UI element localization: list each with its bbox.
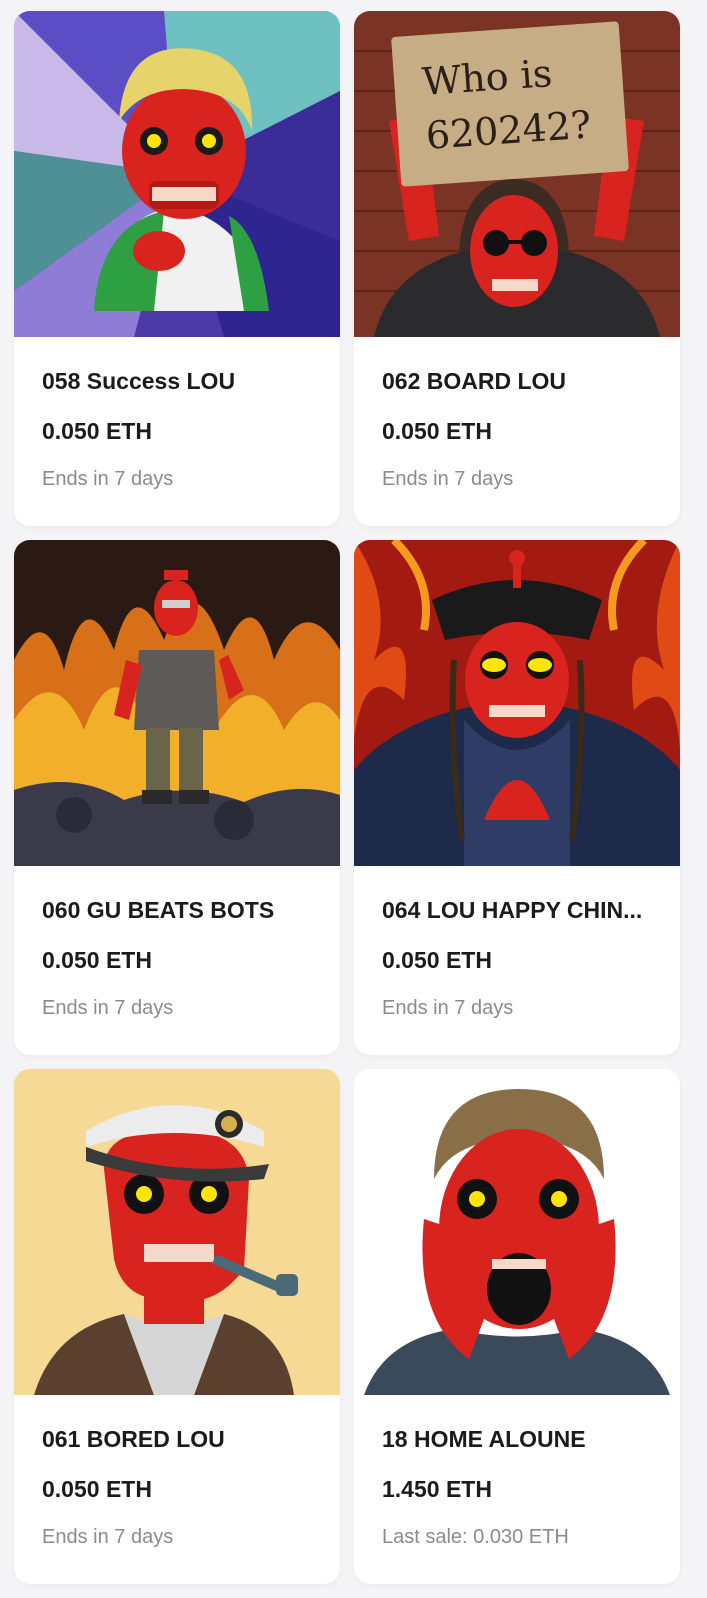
nft-title: 064 LOU HAPPY CHIN... xyxy=(382,897,643,923)
auction-end-time: Ends in 7 days xyxy=(382,997,514,1019)
nft-price: 0.050 ETH xyxy=(42,1476,152,1502)
red-skull-blond-hair-green-jacket-art xyxy=(14,11,340,337)
nft-image-board-lou[interactable]: Who is 620242? xyxy=(354,11,680,337)
nft-title: 060 GU BEATS BOTS xyxy=(42,897,275,923)
nft-price: 0.050 ETH xyxy=(42,418,152,444)
nft-image-gu-beats-bots[interactable] xyxy=(14,540,340,866)
nft-image-bored-lou[interactable] xyxy=(14,1069,340,1395)
last-sale-label: Last sale: xyxy=(382,1526,468,1548)
nft-price: 0.050 ETH xyxy=(382,418,492,444)
nft-image-success-lou[interactable] xyxy=(14,11,340,337)
card-info: 058 Success LOU 0.050 ETH Ends in 7 days xyxy=(14,337,340,526)
red-skull-black-hat-praying-art xyxy=(354,540,680,866)
nft-card[interactable]: 058 Success LOU 0.050 ETH Ends in 7 days xyxy=(14,11,340,526)
auction-end-time: Ends in 7 days xyxy=(382,468,514,490)
nft-image-lou-happy-chin[interactable] xyxy=(354,540,680,866)
red-skull-holding-sign-art: Who is 620242? xyxy=(354,11,680,337)
nft-card[interactable]: 061 BORED LOU 0.050 ETH Ends in 7 days xyxy=(14,1069,340,1584)
auction-end-time: Ends in 7 days xyxy=(42,1526,174,1548)
nft-card[interactable]: 18 HOME ALOUNE 1.450 ETH Last sale: 0.03… xyxy=(354,1069,680,1584)
nft-price: 0.050 ETH xyxy=(42,947,152,973)
card-info: 18 HOME ALOUNE 1.450 ETH Last sale: 0.03… xyxy=(354,1395,680,1584)
auction-end-time: Ends in 7 days xyxy=(42,997,174,1019)
card-info: 061 BORED LOU 0.050 ETH Ends in 7 days xyxy=(14,1395,340,1584)
nft-price: 0.050 ETH xyxy=(382,947,492,973)
nft-card[interactable]: Who is 620242? 062 BOARD LOU 0.050 ETH E… xyxy=(354,11,680,526)
nft-card[interactable]: 064 LOU HAPPY CHIN... 0.050 ETH Ends in … xyxy=(354,540,680,1055)
red-skull-walking-through-fire-art xyxy=(14,540,340,866)
auction-end-time: Ends in 7 days xyxy=(42,468,174,490)
nft-title: 062 BOARD LOU xyxy=(382,368,567,394)
nft-card[interactable]: 060 GU BEATS BOTS 0.050 ETH Ends in 7 da… xyxy=(14,540,340,1055)
red-skull-home-alone-scream-art xyxy=(354,1069,680,1395)
nft-title: 058 Success LOU xyxy=(42,368,236,394)
card-info: 064 LOU HAPPY CHIN... 0.050 ETH Ends in … xyxy=(354,866,680,1055)
nft-price: 1.450 ETH xyxy=(382,1476,492,1502)
card-info: 062 BOARD LOU 0.050 ETH Ends in 7 days xyxy=(354,337,680,526)
red-skull-captain-hat-pipe-art xyxy=(14,1069,340,1395)
sign-text-line1: Who is xyxy=(421,51,554,104)
nft-listing-grid: 058 Success LOU 0.050 ETH Ends in 7 days xyxy=(0,0,707,1598)
last-sale-value: 0.030 ETH xyxy=(473,1526,569,1548)
nft-title: 18 HOME ALOUNE xyxy=(382,1426,586,1452)
nft-title: 061 BORED LOU xyxy=(42,1426,225,1452)
last-sale: Last sale: 0.030 ETH xyxy=(382,1526,569,1549)
card-info: 060 GU BEATS BOTS 0.050 ETH Ends in 7 da… xyxy=(14,866,340,1055)
nft-image-home-aloune[interactable] xyxy=(354,1069,680,1395)
